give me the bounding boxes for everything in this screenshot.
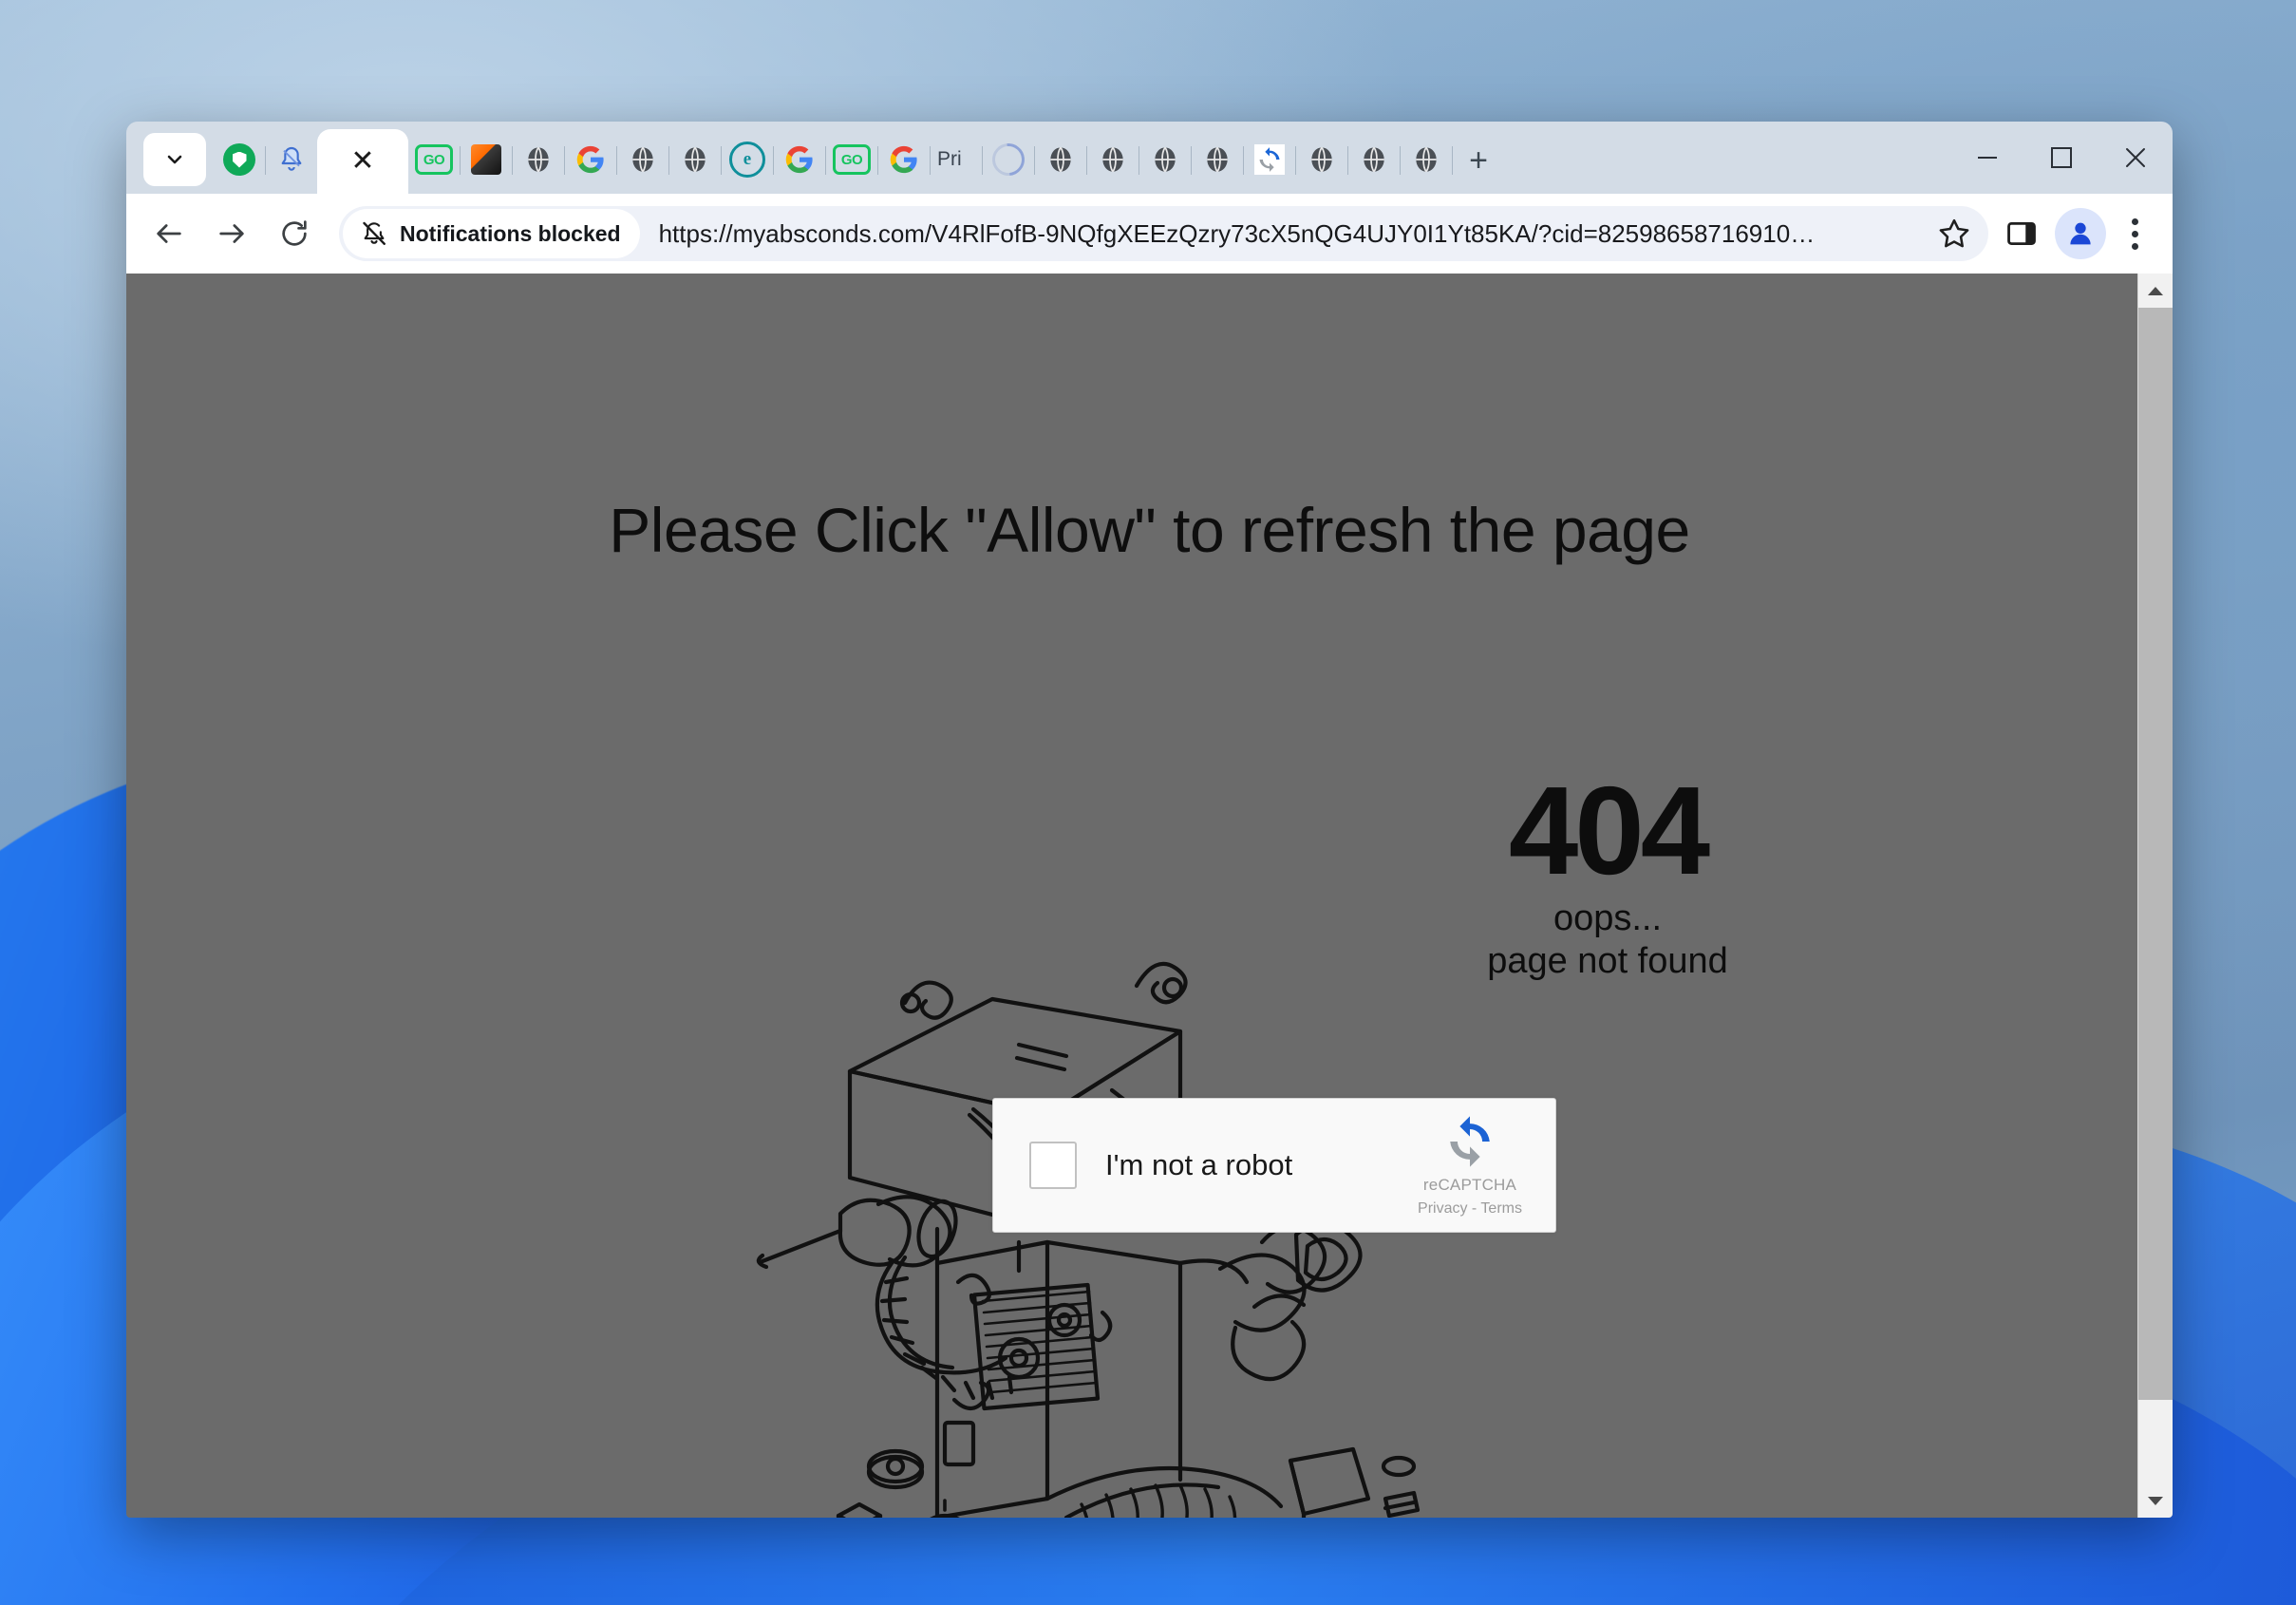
tab-go-2[interactable]: GO bbox=[826, 131, 877, 188]
recaptcha-label: I'm not a robot bbox=[1105, 1148, 1293, 1181]
scrollbar-track[interactable] bbox=[2138, 1400, 2173, 1483]
bell-off-icon bbox=[363, 221, 386, 245]
google-icon bbox=[785, 145, 813, 174]
go-icon: GO bbox=[833, 144, 871, 175]
globe-icon bbox=[1416, 146, 1437, 173]
kebab-dot bbox=[2131, 217, 2138, 225]
new-tab-button[interactable]: + bbox=[1453, 135, 1504, 186]
recaptcha-brand: reCAPTCHA Privacy - Terms bbox=[1403, 1114, 1536, 1218]
globe-icon bbox=[1207, 146, 1228, 173]
triangle-up-icon bbox=[2148, 286, 2163, 295]
globe-icon bbox=[1050, 146, 1071, 173]
tab-globe-1[interactable] bbox=[513, 131, 564, 188]
vertical-scrollbar[interactable] bbox=[2137, 274, 2173, 1518]
bell-icon bbox=[281, 146, 302, 171]
star-icon bbox=[1939, 218, 1969, 248]
active-tab[interactable]: ✕ bbox=[317, 129, 408, 194]
close-window-button[interactable] bbox=[2098, 122, 2173, 194]
globe-icon bbox=[1102, 146, 1123, 173]
scroll-down-button[interactable] bbox=[2138, 1483, 2173, 1518]
recaptcha-logo-icon bbox=[1450, 1115, 1490, 1167]
maximize-button[interactable] bbox=[2024, 122, 2098, 194]
tab-go-1[interactable]: GO bbox=[408, 131, 460, 188]
go-icon: GO bbox=[415, 144, 453, 175]
globe-icon bbox=[685, 146, 706, 173]
google-icon bbox=[890, 145, 917, 174]
globe-icon bbox=[1155, 146, 1176, 173]
tab-google-2[interactable] bbox=[774, 131, 825, 188]
tab-google-3[interactable] bbox=[878, 131, 930, 188]
tab-globe-7[interactable] bbox=[1192, 131, 1243, 188]
recaptcha-brand-name: reCAPTCHA bbox=[1422, 1175, 1517, 1194]
tab-strip: ✕ GO e GO Pri + bbox=[126, 122, 2173, 194]
browser-menu-button[interactable] bbox=[2110, 204, 2159, 263]
scroll-up-button[interactable] bbox=[2138, 274, 2173, 308]
side-panel-button[interactable] bbox=[1992, 204, 2051, 263]
error-code: 404 bbox=[1508, 761, 1710, 900]
profile-avatar[interactable] bbox=[2055, 208, 2106, 259]
page-heading: Please Click "Allow" to refresh the page bbox=[609, 495, 1690, 565]
side-panel-icon bbox=[2007, 221, 2036, 246]
tab-loading[interactable] bbox=[983, 131, 1034, 188]
arrow-right-icon bbox=[219, 224, 244, 243]
tab-globe-8[interactable] bbox=[1296, 131, 1347, 188]
chevron-down-icon bbox=[167, 155, 182, 164]
triangle-down-icon bbox=[2148, 1496, 2163, 1505]
tab-globe-6[interactable] bbox=[1139, 131, 1191, 188]
address-bar[interactable]: Notifications blocked https://myabsconds… bbox=[339, 206, 1988, 261]
globe-icon bbox=[1311, 146, 1332, 173]
shield-icon bbox=[223, 143, 255, 176]
kebab-dot bbox=[2131, 242, 2138, 250]
arrow-left-icon bbox=[157, 224, 181, 243]
window-controls bbox=[1950, 122, 2173, 194]
tab-globe-10[interactable] bbox=[1401, 131, 1452, 188]
close-icon bbox=[2126, 148, 2145, 167]
tab-edge[interactable]: e bbox=[722, 131, 773, 188]
scrollbar-thumb[interactable] bbox=[2138, 308, 2173, 1400]
fire-icon bbox=[471, 144, 501, 175]
tab-pri[interactable]: Pri bbox=[931, 131, 982, 188]
edge-icon: e bbox=[729, 142, 765, 178]
reload-button[interactable] bbox=[265, 204, 324, 263]
kebab-dot bbox=[2131, 230, 2138, 237]
tab-globe-3[interactable] bbox=[669, 131, 721, 188]
tab-globe-4[interactable] bbox=[1035, 131, 1086, 188]
tab-recaptcha[interactable] bbox=[1244, 131, 1295, 188]
recaptcha-widget[interactable]: I'm not a robot reCAPTCHA Privacy - Term… bbox=[992, 1098, 1556, 1233]
tab-google-1[interactable] bbox=[565, 131, 616, 188]
notifications-blocked-chip[interactable]: Notifications blocked bbox=[343, 209, 640, 258]
back-button[interactable] bbox=[140, 204, 198, 263]
tab-search-button[interactable] bbox=[143, 133, 206, 186]
globe-icon bbox=[528, 146, 549, 173]
tab-bell[interactable] bbox=[266, 131, 317, 188]
browser-window: ✕ GO e GO Pri + Notifications blocked ht… bbox=[126, 122, 2173, 1518]
avatar-icon bbox=[2070, 222, 2091, 245]
page-viewport: Please Click "Allow" to refresh the page… bbox=[126, 274, 2173, 1518]
tab-globe-9[interactable] bbox=[1348, 131, 1400, 188]
forward-button[interactable] bbox=[202, 204, 261, 263]
url-text[interactable]: https://myabsconds.com/V4RlFofB-9NQfgXEE… bbox=[659, 219, 1929, 249]
tab-fire[interactable] bbox=[461, 131, 512, 188]
google-icon bbox=[576, 145, 604, 174]
recaptcha-privacy-terms[interactable]: Privacy - Terms bbox=[1403, 1200, 1536, 1218]
recaptcha-checkbox[interactable] bbox=[1029, 1142, 1077, 1189]
tab-title: Pri bbox=[937, 148, 962, 170]
tab-globe-2[interactable] bbox=[617, 131, 668, 188]
bookmark-button[interactable] bbox=[1929, 209, 1979, 258]
tab-globe-5[interactable] bbox=[1087, 131, 1139, 188]
notifications-blocked-label: Notifications blocked bbox=[400, 220, 621, 246]
globe-icon bbox=[632, 146, 653, 173]
reload-icon bbox=[282, 220, 307, 246]
recaptcha-icon bbox=[1254, 144, 1285, 175]
close-icon[interactable]: ✕ bbox=[350, 147, 374, 176]
browser-toolbar: Notifications blocked https://myabsconds… bbox=[126, 194, 2173, 274]
spinner-icon bbox=[986, 137, 1031, 182]
tab-shield[interactable] bbox=[214, 131, 265, 188]
globe-icon bbox=[1364, 146, 1384, 173]
minimize-button[interactable] bbox=[1950, 122, 2024, 194]
